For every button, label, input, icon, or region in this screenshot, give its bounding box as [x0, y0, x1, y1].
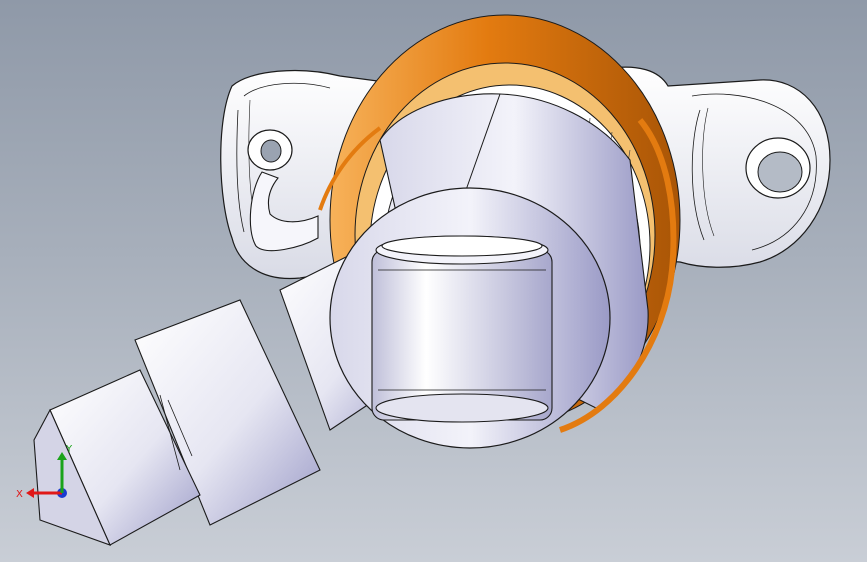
x-axis-label: X [16, 489, 23, 500]
cad-model-view[interactable] [0, 0, 867, 562]
right-mounting-hole-inner [757, 151, 803, 193]
x-axis-arrow [26, 488, 62, 498]
y-axis-label: Y [65, 444, 73, 455]
cad-viewport[interactable]: X Y [0, 0, 867, 562]
axis-triad: X Y [16, 444, 73, 500]
left-mounting-hole-inner [260, 139, 282, 163]
y-axis-arrow [57, 452, 67, 493]
pin[interactable] [371, 235, 553, 423]
